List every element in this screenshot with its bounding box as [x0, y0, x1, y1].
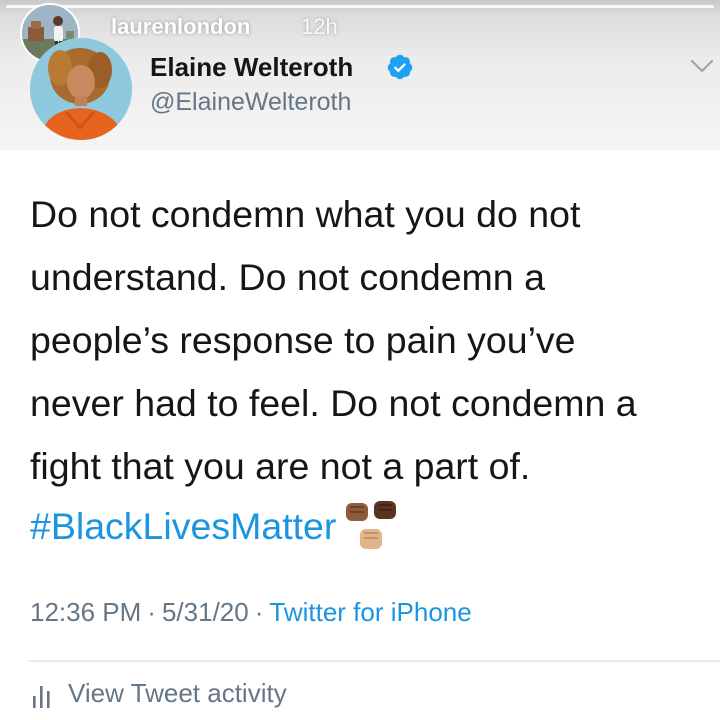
hashtag-link[interactable]: #BlackLivesMatter	[30, 495, 336, 558]
verified-badge-icon	[387, 54, 413, 80]
tweet-author-avatar[interactable]	[30, 38, 132, 140]
tweet-text: Do not condemn what you do not understan…	[30, 193, 637, 487]
tweet-date[interactable]: 5/31/20	[162, 597, 249, 628]
tweet-source-link[interactable]: Twitter for iPhone	[269, 597, 471, 628]
bar-chart-icon	[33, 685, 50, 708]
hashtag-line: #BlackLivesMatter	[30, 495, 408, 558]
raised-fists-icon	[346, 500, 397, 549]
author-photo	[30, 38, 132, 140]
divider	[28, 660, 720, 662]
chevron-down-icon[interactable]	[690, 58, 714, 74]
meta-separator: ·	[147, 597, 156, 627]
meta-separator-2: ·	[254, 597, 264, 627]
author-handle[interactable]: @ElaineWelteroth	[150, 88, 351, 117]
story-username[interactable]: laurenlondon	[111, 14, 250, 40]
author-display-name[interactable]: Elaine Welteroth	[150, 52, 353, 83]
view-tweet-activity-button[interactable]: View Tweet activity	[30, 678, 287, 709]
story-timestamp: 12h	[301, 14, 338, 39]
activity-label: View Tweet activity	[68, 678, 287, 708]
story-progress-bar	[6, 5, 714, 8]
tweet-meta: 12:36 PM · 5/31/20 · Twitter for iPhone	[30, 597, 472, 628]
tweet-time[interactable]: 12:36 PM	[30, 597, 141, 628]
